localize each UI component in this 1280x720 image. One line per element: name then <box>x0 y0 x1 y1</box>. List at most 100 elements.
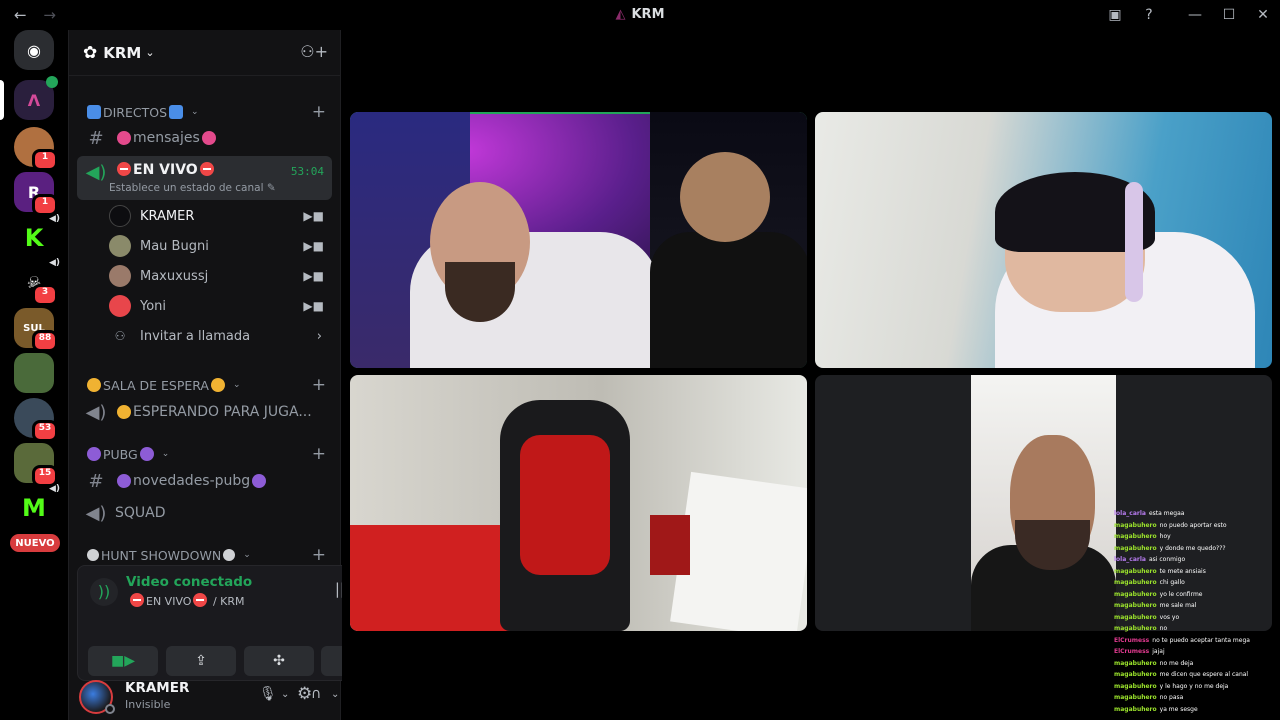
invite-user-icon[interactable]: ⚇+ <box>300 42 328 61</box>
server-soldier-icon[interactable]: 53 <box>14 398 58 442</box>
maximize-button[interactable]: ☐ <box>1212 0 1246 30</box>
title-bar: ← → ◭ KRM ▣ ? — ☐ ✕ <box>0 0 1280 30</box>
chat-line: magabuhero me dicen que espere al canal <box>1114 669 1274 681</box>
emoji-icon <box>87 378 101 392</box>
new-badge[interactable]: NUEVO <box>10 534 60 552</box>
chat-line: magabuhero te mete ansiais <box>1114 566 1274 578</box>
voice-location[interactable]: EN VIVO / KRM <box>128 593 245 608</box>
chat-line: magabuhero no puedo aportar esto <box>1114 520 1274 532</box>
chevron-down-icon[interactable]: ⌄ <box>281 689 289 700</box>
emoji-icon <box>252 474 267 488</box>
chat-line: lola_carla asi conmigo <box>1114 554 1274 566</box>
hashtag-icon: # <box>88 470 104 492</box>
chat-username: magabuhero <box>1114 590 1157 598</box>
channel-esperando[interactable]: ◀) ESPERANDO PARA JUGA... <box>77 397 332 427</box>
voice-status[interactable]: Video conectado <box>126 574 252 590</box>
user-settings-icon[interactable]: ⚙ <box>297 684 312 704</box>
server-list: ◉ Λ 1 R1 K ◀) ☠ ◀) 3 SUL 88 53 15 M ◀) NUEVO <box>0 30 68 720</box>
channel-mensajes[interactable]: # mensajes <box>77 123 332 153</box>
add-channel-icon[interactable]: + <box>312 375 326 395</box>
member-name: Yoni <box>140 298 167 314</box>
channel-squad[interactable]: ◀) SQUAD <box>77 498 332 528</box>
chevron-down-icon[interactable]: ⌄ <box>331 689 339 700</box>
server-krm-icon[interactable]: Λ <box>14 76 58 120</box>
channel-label: mensajes <box>133 130 200 146</box>
channel-label-text: EN VIVO <box>133 162 198 178</box>
user-name[interactable]: KRAMER <box>125 680 189 696</box>
channel-en-vivo[interactable]: ◀) EN VIVO Establece un estado de canal … <box>77 156 332 200</box>
server-kick-icon[interactable]: K ◀) <box>14 214 60 258</box>
server-logo-icon: ◭ <box>615 7 626 22</box>
channel-novedades-pubg[interactable]: # novedades-pubg <box>77 466 332 496</box>
server-r-icon[interactable]: R1 <box>14 172 58 216</box>
microphone-icon[interactable]: 🎙︎ <box>259 686 277 702</box>
category-directos[interactable]: DIRECTOS ⌄ + <box>85 102 326 122</box>
forward-button[interactable]: → <box>43 6 56 24</box>
voice-member-kramer[interactable]: KRAMER ▶■ <box>109 201 326 231</box>
invite-to-call[interactable]: ⚇ Invitar a llamada › <box>109 321 326 351</box>
inbox-icon[interactable]: ▣ <box>1098 0 1132 30</box>
add-channel-icon[interactable]: + <box>312 545 326 565</box>
voice-member-maxuxussj[interactable]: Maxuxussj ▶■ <box>109 261 326 291</box>
channel-status[interactable]: Establece un estado de canal ✎ <box>109 182 276 194</box>
server-header[interactable]: ✿ KRM ⌄ ⚇+ <box>69 30 340 76</box>
chat-message: chi gallo <box>1159 579 1185 586</box>
video-content <box>650 515 690 575</box>
no-entry-emoji-icon <box>130 593 144 607</box>
close-button[interactable]: ✕ <box>1246 0 1280 30</box>
category-sala-de-espera[interactable]: SALA DE ESPERA ⌄ + <box>85 375 326 395</box>
headphones-icon[interactable]: ∩ <box>311 686 321 702</box>
chat-message: jajaj <box>1152 648 1165 655</box>
chat-line: magabuhero no pasa <box>1114 692 1274 704</box>
chat-line: magabuhero y donde me quedo??? <box>1114 543 1274 555</box>
help-icon[interactable]: ? <box>1132 0 1166 30</box>
server-m-icon[interactable]: M ◀) <box>14 484 60 528</box>
chat-line: magabuhero no me deja <box>1114 658 1274 670</box>
window-controls: ▣ ? — ☐ ✕ <box>1098 0 1280 30</box>
server-sul-icon[interactable]: SUL 88 <box>14 308 58 352</box>
category-pubg[interactable]: PUBG ⌄ + <box>85 444 326 464</box>
chat-line: magabuhero vos yo <box>1114 612 1274 624</box>
video-content <box>650 232 807 368</box>
chat-line: magabuhero no <box>1114 623 1274 635</box>
video-tile-2[interactable] <box>815 112 1272 368</box>
add-channel-icon[interactable]: + <box>312 102 326 122</box>
chat-message: me dicen que espere al canal <box>1159 671 1249 678</box>
category-label: HUNT SHOWDOWN <box>101 547 222 563</box>
video-content <box>520 435 610 575</box>
add-channel-icon[interactable]: + <box>312 444 326 464</box>
video-tile-3[interactable] <box>350 375 807 631</box>
emoji-icon <box>169 105 184 119</box>
chat-username: magabuhero <box>1114 521 1157 529</box>
mention-badge: 1 <box>32 149 58 171</box>
chat-message: y donde me quedo??? <box>1159 544 1226 552</box>
category-label: DIRECTOS <box>103 104 168 120</box>
video-tile-1[interactable] <box>350 112 807 368</box>
stream-chat-overlay: lola_carla esta megaa magabuhero no puedo … <box>1114 508 1274 720</box>
signal-icon[interactable]: )) <box>90 578 118 606</box>
chat-message: te mete ansiais <box>1159 567 1206 575</box>
server-pubg-icon[interactable]: 15 <box>14 443 58 487</box>
server-game-icon[interactable] <box>14 353 54 393</box>
chat-line: ElCrumess no te puedo aceptar tanta mega <box>1114 635 1274 647</box>
server-cat-icon[interactable]: 1 <box>14 127 58 171</box>
minimize-button[interactable]: — <box>1178 0 1212 30</box>
chat-line: magabuhero chi gallo <box>1114 577 1274 589</box>
chat-username: magabuhero <box>1114 694 1157 701</box>
category-hunt-showdown[interactable]: HUNT SHOWDOWN ⌄ + <box>85 545 326 565</box>
no-entry-emoji-icon <box>199 162 214 176</box>
chat-message: esta megaa <box>1148 510 1185 517</box>
server-skull-icon[interactable]: ☠ ◀) 3 <box>14 258 60 306</box>
member-name: KRAMER <box>140 208 195 224</box>
chat-username: magabuhero <box>1114 705 1157 713</box>
avatar <box>109 295 131 317</box>
pencil-icon: ✎ <box>266 182 276 194</box>
emoji-icon <box>201 131 216 145</box>
back-button[interactable]: ← <box>14 6 27 24</box>
video-content <box>350 525 520 631</box>
discord-home-icon[interactable]: ◉ <box>14 30 54 70</box>
voice-member-mau-bugni[interactable]: Mau Bugni ▶■ <box>109 231 326 261</box>
chat-line: ElCrumess jajaj <box>1114 646 1274 658</box>
emoji-icon <box>87 105 101 119</box>
voice-member-yoni[interactable]: Yoni ▶■ <box>109 291 326 321</box>
